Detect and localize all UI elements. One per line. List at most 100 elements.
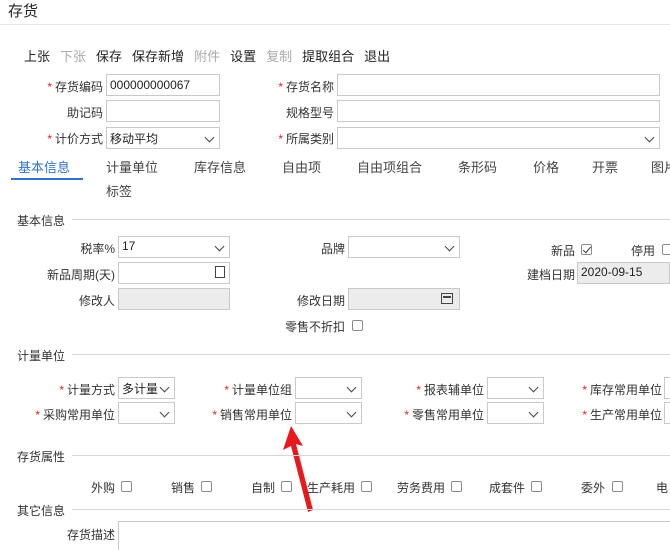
chevron-down-icon bbox=[444, 241, 455, 252]
retail-unit-select[interactable] bbox=[487, 402, 544, 424]
tax-value: 17 bbox=[122, 239, 136, 253]
new-checkbox[interactable] bbox=[581, 244, 592, 255]
attr-sales-checkbox[interactable] bbox=[201, 481, 212, 492]
modifier-label: 修改人 bbox=[78, 294, 115, 308]
sales-unit-label: * 销售常用单位 bbox=[212, 408, 292, 422]
tab-image[interactable]: 图片 bbox=[651, 157, 670, 176]
pricing-label: * 计价方式 bbox=[47, 132, 103, 146]
spec-label: 规格型号 bbox=[285, 106, 334, 120]
toolbar: 上张 下张 保存 保存新增 附件 设置 复制 提取组合 退出 bbox=[24, 46, 400, 64]
unit-group-select[interactable] bbox=[295, 377, 362, 399]
active-tab-indicator bbox=[11, 178, 83, 180]
category-label: * 所属类别 bbox=[278, 132, 334, 146]
calendar-icon[interactable] bbox=[441, 293, 453, 304]
brand-select[interactable] bbox=[348, 236, 460, 258]
section-divider bbox=[72, 455, 670, 456]
purchase-unit-label: * 采购常用单位 bbox=[35, 408, 115, 422]
attr-purchased-checkbox[interactable] bbox=[121, 481, 132, 492]
annotation-arrow bbox=[283, 426, 313, 512]
category-select[interactable] bbox=[337, 127, 660, 149]
attr-outsourced-label: 委外 bbox=[580, 481, 605, 495]
chevron-down-icon bbox=[528, 407, 539, 418]
settings-button[interactable]: 设置 bbox=[230, 46, 256, 64]
tab-units[interactable]: 计量单位 bbox=[106, 157, 158, 176]
pricing-value: 移动平均 bbox=[110, 132, 159, 146]
chevron-down-icon bbox=[214, 241, 225, 252]
method-select[interactable]: 多计量 bbox=[118, 377, 175, 399]
attr-self-made-checkbox[interactable] bbox=[281, 481, 292, 492]
created-label: 建档日期 bbox=[526, 268, 575, 282]
section-other-info: 其它信息 bbox=[17, 504, 66, 518]
retail-unit-label: * 零售常用单位 bbox=[404, 408, 484, 422]
attr-kit-checkbox[interactable] bbox=[531, 481, 542, 492]
section-units: 计量单位 bbox=[17, 349, 66, 363]
save-button[interactable]: 保存 bbox=[96, 46, 122, 64]
chevron-down-icon bbox=[204, 132, 215, 143]
attr-kit-label: 成套件 bbox=[488, 481, 525, 495]
exit-button[interactable]: 退出 bbox=[364, 46, 390, 64]
tab-tags[interactable]: 标签 bbox=[106, 181, 132, 200]
new-period-label: 新品周期(天) bbox=[47, 268, 115, 282]
pricing-select[interactable]: 移动平均 bbox=[106, 127, 220, 149]
production-unit-select[interactable] bbox=[664, 402, 670, 424]
tab-invoice[interactable]: 开票 bbox=[592, 157, 618, 176]
method-label: * 计量方式 bbox=[59, 383, 115, 397]
tab-barcode[interactable]: 条形码 bbox=[458, 157, 497, 176]
attr-consumption-label: 生产耗用 bbox=[306, 481, 355, 495]
attr-sales-label: 销售 bbox=[170, 481, 195, 495]
mnemonic-label: 助记码 bbox=[66, 106, 103, 120]
disabled-label: 停用 bbox=[630, 244, 655, 258]
tax-label: 税率% bbox=[80, 242, 115, 256]
tab-free-items[interactable]: 自由项 bbox=[282, 157, 321, 176]
unit-group-label: * 计量单位组 bbox=[224, 383, 292, 397]
modified-label: 修改日期 bbox=[296, 294, 345, 308]
chevron-down-icon bbox=[159, 407, 170, 418]
purchase-unit-select[interactable] bbox=[118, 402, 175, 424]
save-new-button[interactable]: 保存新增 bbox=[132, 46, 184, 64]
attr-labor-checkbox[interactable] bbox=[451, 481, 462, 492]
mnemonic-input[interactable] bbox=[106, 100, 220, 122]
stock-unit-label: * 库存常用单位 bbox=[582, 383, 662, 397]
no-discount-label: 零售不折扣 bbox=[284, 320, 345, 334]
name-input[interactable] bbox=[337, 74, 660, 96]
page-title: 存货 bbox=[8, 3, 39, 20]
arrow-shape bbox=[283, 426, 313, 512]
next-button[interactable]: 下张 bbox=[60, 46, 86, 64]
title-divider bbox=[0, 24, 670, 25]
prev-button[interactable]: 上张 bbox=[24, 46, 50, 64]
code-input[interactable] bbox=[106, 74, 220, 96]
attr-self-made-label: 自制 bbox=[250, 481, 275, 495]
copy-button[interactable]: 复制 bbox=[266, 46, 292, 64]
method-value: 多计量 bbox=[122, 382, 159, 396]
production-unit-label: * 生产常用单位 bbox=[582, 408, 662, 422]
tab-free-combo[interactable]: 自由项组合 bbox=[357, 157, 422, 176]
tab-price[interactable]: 价格 bbox=[533, 157, 559, 176]
new-period-input[interactable] bbox=[118, 262, 230, 284]
no-discount-checkbox[interactable] bbox=[352, 320, 363, 331]
calculator-icon[interactable] bbox=[215, 266, 225, 278]
tab-inventory[interactable]: 库存信息 bbox=[194, 157, 246, 176]
section-divider bbox=[72, 219, 670, 220]
modifier-field bbox=[118, 288, 230, 310]
attr-consumption-checkbox[interactable] bbox=[361, 481, 372, 492]
extract-combo-button[interactable]: 提取组合 bbox=[302, 46, 354, 64]
tab-basic-info[interactable]: 基本信息 bbox=[18, 157, 70, 176]
tax-select[interactable]: 17 bbox=[118, 236, 230, 258]
description-textarea[interactable] bbox=[118, 521, 670, 550]
section-basic-info: 基本信息 bbox=[17, 214, 66, 228]
report-unit-label: * 报表辅单位 bbox=[416, 383, 484, 397]
chevron-down-icon bbox=[159, 382, 170, 393]
spec-input[interactable] bbox=[337, 100, 660, 122]
stock-unit-select[interactable] bbox=[664, 377, 670, 399]
new-label: 新品 bbox=[550, 244, 575, 258]
chevron-down-icon bbox=[346, 382, 357, 393]
attr-outsourced-checkbox[interactable] bbox=[612, 481, 623, 492]
attr-labor-label: 劳务费用 bbox=[396, 481, 445, 495]
disabled-checkbox[interactable] bbox=[662, 244, 670, 255]
attachment-button[interactable]: 附件 bbox=[194, 46, 220, 64]
section-attributes: 存货属性 bbox=[17, 450, 66, 464]
modified-date-field bbox=[348, 288, 460, 310]
attr-purchased-label: 外购 bbox=[90, 481, 115, 495]
report-unit-select[interactable] bbox=[487, 377, 544, 399]
chevron-down-icon bbox=[528, 382, 539, 393]
